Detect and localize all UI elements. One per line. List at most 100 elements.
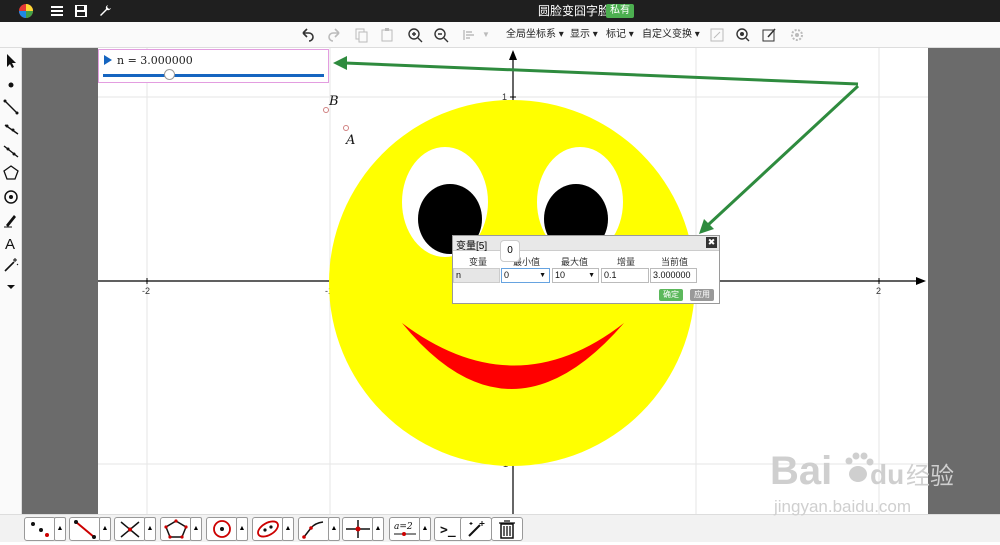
circle-tool-button[interactable] [206,517,238,541]
main-toolbar: ▼ 全局坐标系 ▾ 显示 ▾ 标记 ▾ 自定义变换 ▾ [0,22,1000,48]
column-variable: 变量 [469,257,488,267]
line-tool-icon[interactable] [2,142,20,160]
point-B-label: B [328,94,339,109]
point-B[interactable] [323,107,329,113]
intersection-tool-button[interactable] [114,517,146,541]
align-dropdown-arrow[interactable]: ▼ [482,28,490,42]
points-tool-button[interactable] [24,517,56,541]
menu-display[interactable]: 显示 ▾ [570,28,598,42]
segment-tool-button[interactable] [69,517,101,541]
min-value-select[interactable]: 0 ▼ [501,268,550,283]
more-tools-arrow-icon[interactable] [2,278,20,296]
select-arrow-icon[interactable] [2,52,20,70]
tick-label-x-neg2: -2 [142,286,150,296]
pen-tool-icon[interactable] [2,211,20,229]
zoom-in-icon[interactable] [406,26,424,44]
edit-icon[interactable] [760,26,778,44]
circle-tool-dropdown[interactable]: ▲ [236,517,248,541]
variable-tool-button[interactable]: a=2 [389,517,421,541]
variable-name-cell: n [453,268,500,283]
copy-icon[interactable] [352,26,370,44]
play-icon[interactable] [104,55,112,65]
slider-track[interactable] [103,74,324,77]
max-value-select[interactable]: 10 ▼ [552,268,599,283]
polygon-tool-dropdown[interactable]: ▲ [190,517,202,541]
current-value-input[interactable]: 3.000000 [650,268,697,283]
svg-text:>_: >_ [440,523,456,538]
svg-text:Bai: Bai [770,449,832,493]
intersection-tool-dropdown[interactable]: ▲ [144,517,156,541]
annotation-arrow-to-dialog [706,84,860,227]
polygon-tool-icon[interactable] [2,164,20,182]
menu-mark[interactable]: 标记 ▾ [606,28,634,42]
point-tool-icon[interactable] [2,76,20,94]
undo-icon[interactable] [298,26,316,44]
text-tool-icon[interactable]: A [2,234,20,252]
privacy-badge[interactable]: 私有 [606,4,634,18]
annotation-arrow-to-slider [344,61,859,86]
dialog-title: 变量[5] [456,241,488,252]
canvas-margin-left [22,48,98,514]
curve-tool-button[interactable] [298,517,330,541]
menu-coordinate-system[interactable]: 全局坐标系 ▾ [506,28,564,42]
top-bar: 圆脸变囧字脸 私有 [0,0,1000,22]
delete-button[interactable] [491,517,523,541]
svg-text:A: A [5,236,15,252]
ellipse-tool-dropdown[interactable]: ▲ [282,517,294,541]
intersection-icon [120,521,140,538]
svg-text:a=2: a=2 [394,522,413,532]
variable-dialog: 变量[5] ✖ 变量 最小值 最大值 增量 当前值 n 0 ▼ 10 ▼ 0.1 3… [452,235,720,304]
close-icon[interactable]: ✖ [706,237,717,248]
ray-tool-icon[interactable] [2,120,20,138]
circle-tool-icon[interactable] [2,188,20,206]
step-input[interactable]: 0.1 [601,268,649,283]
polygon-tool-button[interactable] [160,517,192,541]
dialog-header[interactable]: 变量[5] ✖ [453,236,719,252]
align-icon[interactable] [460,26,478,44]
variable-slider[interactable]: n = 3.000000 [98,49,329,83]
points-tool-dropdown[interactable]: ▲ [54,517,66,541]
polygon-icon [164,519,188,539]
slider-thumb[interactable] [163,69,175,80]
wrench-icon[interactable] [97,3,113,19]
save-icon[interactable] [73,3,89,19]
column-current: 当前值 [661,257,689,267]
svg-text:经验: 经验 [906,462,954,490]
settings-gear-icon[interactable] [788,26,806,44]
svg-text:du: du [870,459,904,490]
magic-tool-button[interactable] [460,517,492,541]
x-axis-arrowhead [916,277,926,285]
apply-button[interactable]: 应用 [690,289,714,301]
menu-custom-transform[interactable]: 自定义变换 ▾ [642,28,700,42]
baidu-watermark: Bai du 经验 jingyan.baidu.com [770,449,954,516]
ok-button[interactable]: 确定 [659,289,683,301]
svg-text:jingyan.baidu.com: jingyan.baidu.com [773,497,911,516]
ellipse-tool-button[interactable] [252,517,284,541]
axis-tool-button[interactable] [342,517,374,541]
axis-tool-dropdown[interactable]: ▲ [372,517,384,541]
annotation-arrowhead-slider [333,56,347,70]
curve-tool-dropdown[interactable]: ▲ [328,517,340,541]
search-canvas-icon[interactable] [734,26,752,44]
menu-icon[interactable] [49,3,65,19]
point-A[interactable] [343,125,349,131]
zoom-out-icon[interactable] [432,26,450,44]
y-axis-arrowhead [509,50,517,60]
magic-wand-icon [468,521,485,537]
circle-icon [213,520,231,538]
fullscreen-icon[interactable] [708,26,726,44]
segment-tool-dropdown[interactable]: ▲ [99,517,111,541]
crosshair-icon [346,520,370,538]
magic-wand-icon[interactable] [2,256,20,274]
segment-tool-icon[interactable] [2,98,20,116]
app-logo-icon[interactable] [18,3,34,19]
redo-icon[interactable] [326,26,344,44]
slider-value-label: n = 3.000000 [117,54,193,67]
column-step: 增量 [617,257,636,267]
points-icon [31,522,49,537]
tick-label-x-pos2: 2 [876,286,881,296]
paste-icon[interactable] [378,26,396,44]
segment-icon [74,520,96,539]
variable-tool-dropdown[interactable]: ▲ [419,517,431,541]
left-toolbox: A [0,48,22,514]
